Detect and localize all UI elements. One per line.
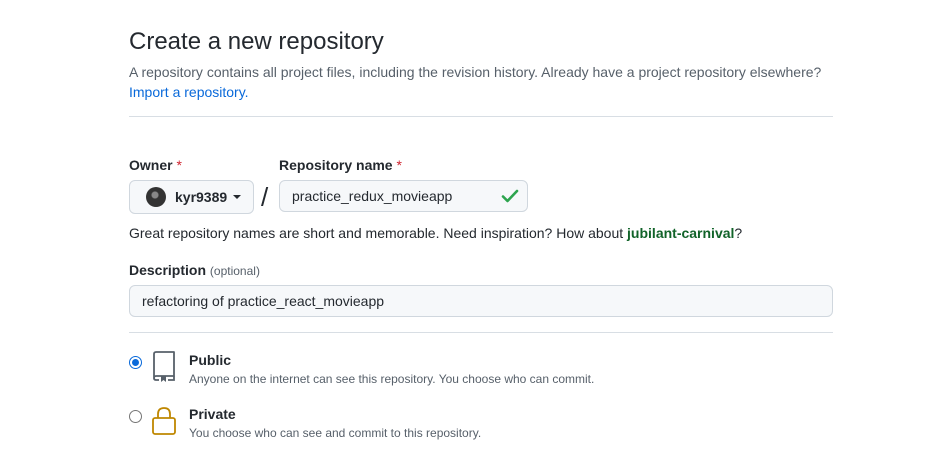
owner-label: Owner *	[129, 157, 182, 173]
caret-down-icon	[233, 195, 242, 199]
hint-suffix: ?	[734, 225, 743, 241]
repo-icon	[153, 351, 175, 382]
repository-name-hint: Great repository names are short and mem…	[129, 225, 742, 241]
private-radio[interactable]	[129, 410, 142, 423]
repository-name-label: Repository name *	[279, 157, 402, 173]
hint-text: Great repository names are short and mem…	[129, 225, 628, 241]
owner-label-text: Owner	[129, 157, 173, 173]
public-description: Anyone on the internet can see this repo…	[189, 372, 595, 386]
repository-name-value: practice_redux_movieapp	[292, 188, 453, 204]
required-mark: *	[176, 157, 182, 173]
description-value: refactoring of practice_react_movieapp	[142, 293, 385, 309]
avatar	[146, 187, 166, 207]
private-title: Private	[189, 406, 236, 422]
check-icon	[501, 189, 519, 203]
repository-name-input[interactable]: practice_redux_movieapp	[279, 180, 528, 212]
page-subtitle: A repository contains all project files,…	[129, 62, 833, 102]
description-label: Description (optional)	[129, 262, 260, 278]
public-radio[interactable]	[129, 356, 142, 369]
owner-repo-separator: /	[261, 182, 269, 212]
optional-tag: (optional)	[209, 264, 260, 278]
import-repository-link[interactable]: Import a repository.	[129, 84, 249, 100]
name-suggestion[interactable]: jubilant-carnival	[627, 225, 734, 241]
lock-icon	[152, 407, 176, 435]
divider	[129, 332, 833, 333]
description-label-text: Description	[129, 262, 207, 278]
divider	[129, 116, 833, 117]
required-mark: *	[396, 157, 402, 173]
new-repository-page: Create a new repository A repository con…	[0, 0, 947, 455]
owner-value: kyr9389	[175, 189, 228, 205]
private-description: You choose who can see and commit to thi…	[189, 426, 482, 440]
description-input[interactable]: refactoring of practice_react_movieapp	[129, 285, 833, 317]
repository-name-label-text: Repository name	[279, 157, 393, 173]
public-title: Public	[189, 352, 232, 368]
subtitle-text: A repository contains all project files,…	[129, 64, 822, 80]
owner-select-button[interactable]: kyr9389	[129, 180, 254, 214]
page-title: Create a new repository	[129, 28, 384, 55]
